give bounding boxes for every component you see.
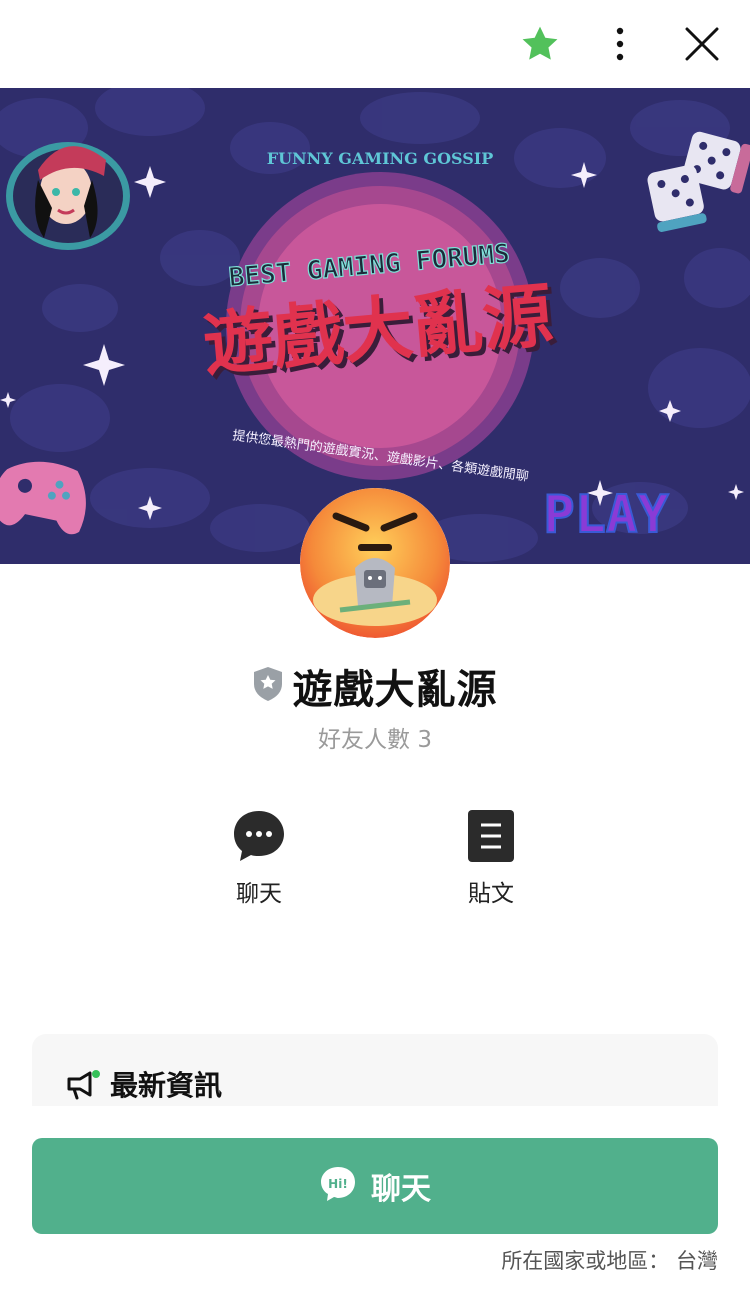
cover-arc-text: FUNNY GAMING GOSSIP [267,149,494,168]
avatar[interactable] [300,488,450,638]
chat-bubble-icon [231,811,287,868]
latest-news-card[interactable]: 最新資訊 [32,1034,718,1106]
chat-cta-label: 聊天 [371,1172,431,1207]
posts-action-label: 貼文 [468,881,514,907]
hi-bubble-text: Hi! [328,1177,348,1191]
hi-bubble-icon: Hi! [319,1165,357,1207]
cover-play-text: PLAY [543,485,669,545]
more-vertical-icon[interactable] [596,20,644,68]
chat-action-label: 聊天 [236,881,282,907]
posts-action-button[interactable]: 貼文 [431,808,551,908]
friends-count: 好友人數 3 [318,727,432,753]
chat-action-button[interactable]: 聊天 [199,808,319,908]
chat-cta-button[interactable]: Hi! 聊天 [32,1138,718,1234]
close-icon[interactable] [678,20,726,68]
verified-shield-icon [253,666,283,706]
profile-name: 遊戲大亂源 [292,667,498,713]
document-icon [467,810,515,868]
star-icon[interactable] [516,20,564,68]
region-text: 所在國家或地區： 台灣 [501,1249,718,1273]
latest-news-title: 最新資訊 [110,1069,223,1102]
profile-name-row: 遊戲大亂源 [0,656,750,716]
top-bar [0,0,750,88]
megaphone-icon [66,1070,102,1104]
